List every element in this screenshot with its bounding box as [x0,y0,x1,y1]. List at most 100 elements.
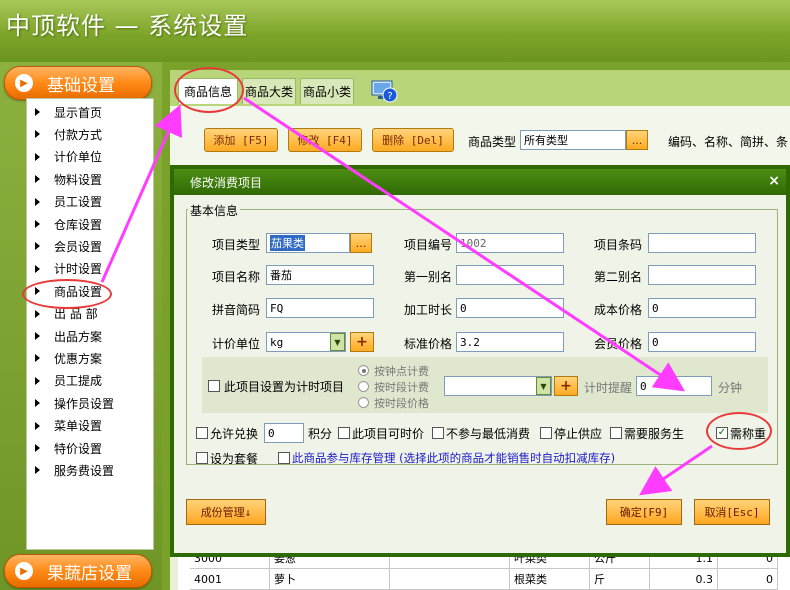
sidebar-item-label: 菜单设置 [54,419,103,434]
table-cell: 0 [718,569,778,590]
sidebar-item[interactable]: 员工提成 [27,370,153,392]
stock-management-checkbox[interactable] [278,452,290,464]
add-unit-button[interactable]: + [350,332,374,352]
caret-right-icon [35,197,40,206]
set-meal-label: 设为套餐 [210,452,259,466]
caret-right-icon [35,130,40,139]
item-name-label: 项目名称 [212,270,261,284]
item-type-value: 茄果类 [270,235,305,251]
allow-exchange-checkbox[interactable] [196,427,208,439]
caret-right-icon [35,175,40,184]
cost-management-button[interactable]: 成份管理↓ [186,499,266,525]
std-price-label: 标准价格 [404,337,453,351]
need-weigh-label: 需称重 [730,427,767,441]
close-icon[interactable]: × [768,173,780,189]
sidebar-item[interactable]: 商品设置 [27,280,153,302]
need-weigh-checkbox[interactable]: ✓ [716,427,728,439]
set-meal-checkbox[interactable] [196,452,208,464]
no-min-consumption-checkbox[interactable] [432,427,444,439]
product-type-label: 商品类型 [468,135,517,149]
sidebar-item[interactable]: 计时设置 [27,258,153,280]
radio-by-period[interactable] [358,381,369,392]
alias2-input[interactable] [648,265,756,285]
std-price-input[interactable]: 3.2 [456,332,564,352]
sidebar-item[interactable]: 计价单位 [27,146,153,168]
table-cell: 4001 [190,569,270,590]
stop-supply-checkbox[interactable] [540,427,552,439]
sidebar-item[interactable]: 优惠方案 [27,347,153,369]
sidebar-section-basic-settings[interactable]: ▶ 基础设置 [4,66,152,100]
radio-by-period-label: 按时段计费 [374,381,429,394]
reminder-label: 计时提醒 [584,381,633,395]
caret-right-icon [35,399,40,408]
sidebar-item[interactable]: 员工设置 [27,191,153,213]
add-button[interactable]: 添加 [F5] [204,128,278,152]
help-icon[interactable]: ? [370,78,398,104]
item-name-input[interactable]: 番茄 [266,265,374,285]
reminder-input[interactable]: 0 [636,376,712,396]
product-type-input[interactable]: 所有类型 [520,130,626,150]
time-price-label: 此项目可时价 [352,427,425,441]
edit-button[interactable]: 修改 [F4] [288,128,362,152]
svg-text:?: ? [387,91,392,102]
caret-right-icon [35,287,40,296]
sidebar-item[interactable]: 出品方案 [27,325,153,347]
delete-button[interactable]: 删除 [Del] [372,128,454,152]
process-time-input[interactable]: 0 [456,298,564,318]
member-price-input[interactable]: 0 [648,332,756,352]
sidebar-section-fruit-veg-settings[interactable]: ▶ 果蔬店设置 [4,554,152,588]
sidebar-item[interactable]: 特价设置 [27,437,153,459]
caret-right-icon [35,108,40,116]
sidebar-menu: 显示首页 付款方式 计价单位 物料设置员工设置仓库设置 会员设置 计时设置 商品设置出 品 … [26,98,154,550]
app-title: 中顶软件 — 系统设置 [6,12,249,40]
radio-by-hour[interactable] [358,365,369,376]
radio-by-period-price[interactable] [358,397,369,408]
sidebar-item[interactable]: 物料设置 [27,168,153,190]
item-type-label: 项目类型 [212,238,261,252]
item-type-input[interactable]: 茄果类 [266,233,350,253]
stock-management-label: 此商品参与库存管理 (选择此项的商品才能销售时自动扣减库存) [292,451,616,465]
points-input[interactable]: 0 [264,423,304,443]
table-cell: 萝卜 [270,569,390,590]
pinyin-input[interactable]: FQ [266,298,374,318]
tab-bar: 商品信息 商品大类 商品小类 ? [170,70,790,106]
section-label: 基础设置 [47,75,115,96]
sidebar-item-label: 出品方案 [54,329,103,344]
sidebar-item-label: 优惠方案 [54,351,103,366]
alias1-input[interactable] [456,265,564,285]
cancel-button[interactable]: 取消[Esc] [694,499,770,525]
sidebar-item-label: 员工设置 [54,195,103,210]
item-type-picker-button[interactable]: ... [350,233,372,253]
allow-exchange-label: 允许兑换 [210,427,259,441]
caret-right-icon [35,444,40,452]
caret-right-icon [35,376,40,385]
sidebar-item[interactable]: 菜单设置 [27,415,153,437]
caret-right-icon [35,152,40,161]
table-cell [390,569,510,590]
sidebar-item[interactable]: 显示首页 [27,101,153,123]
time-price-checkbox[interactable] [338,427,350,439]
sidebar-item[interactable]: 服务费设置 [27,459,153,481]
tab-product-subcategory[interactable]: 商品小类 [300,78,354,104]
need-service-checkbox[interactable] [610,427,622,439]
barcode-input[interactable] [648,233,756,253]
dialog-title: 修改消费项目 [190,175,263,190]
radio-by-period-price-label: 按时段价格 [374,397,429,410]
sidebar-item[interactable]: 出 品 部 [27,303,153,325]
sidebar-item[interactable]: 操作员设置 [27,392,153,414]
sidebar-item[interactable]: 付款方式 [27,123,153,145]
stop-supply-label: 停止供应 [554,427,603,441]
timed-item-checkbox[interactable] [208,380,220,392]
tab-product-category[interactable]: 商品大类 [242,78,296,104]
cost-price-input[interactable]: 0 [648,298,756,318]
sidebar-item[interactable]: 仓库设置 [27,213,153,235]
left-sidebar: ▶ 基础设置 显示首页 付款方式 计价单位 物料设置员工设置仓库设置 会员设置 计时设置商… [0,62,162,590]
chevron-down-icon[interactable]: ▼ [330,333,345,351]
product-type-picker-button[interactable]: ... [626,130,648,150]
sidebar-item[interactable]: 会员设置 [27,235,153,257]
add-period-button[interactable]: + [554,376,578,396]
tab-product-info[interactable]: 商品信息 [178,78,238,104]
ok-button[interactable]: 确定[F9] [606,499,682,525]
item-code-input[interactable]: 1002 [456,233,564,253]
chevron-down-icon[interactable]: ▼ [536,377,551,395]
